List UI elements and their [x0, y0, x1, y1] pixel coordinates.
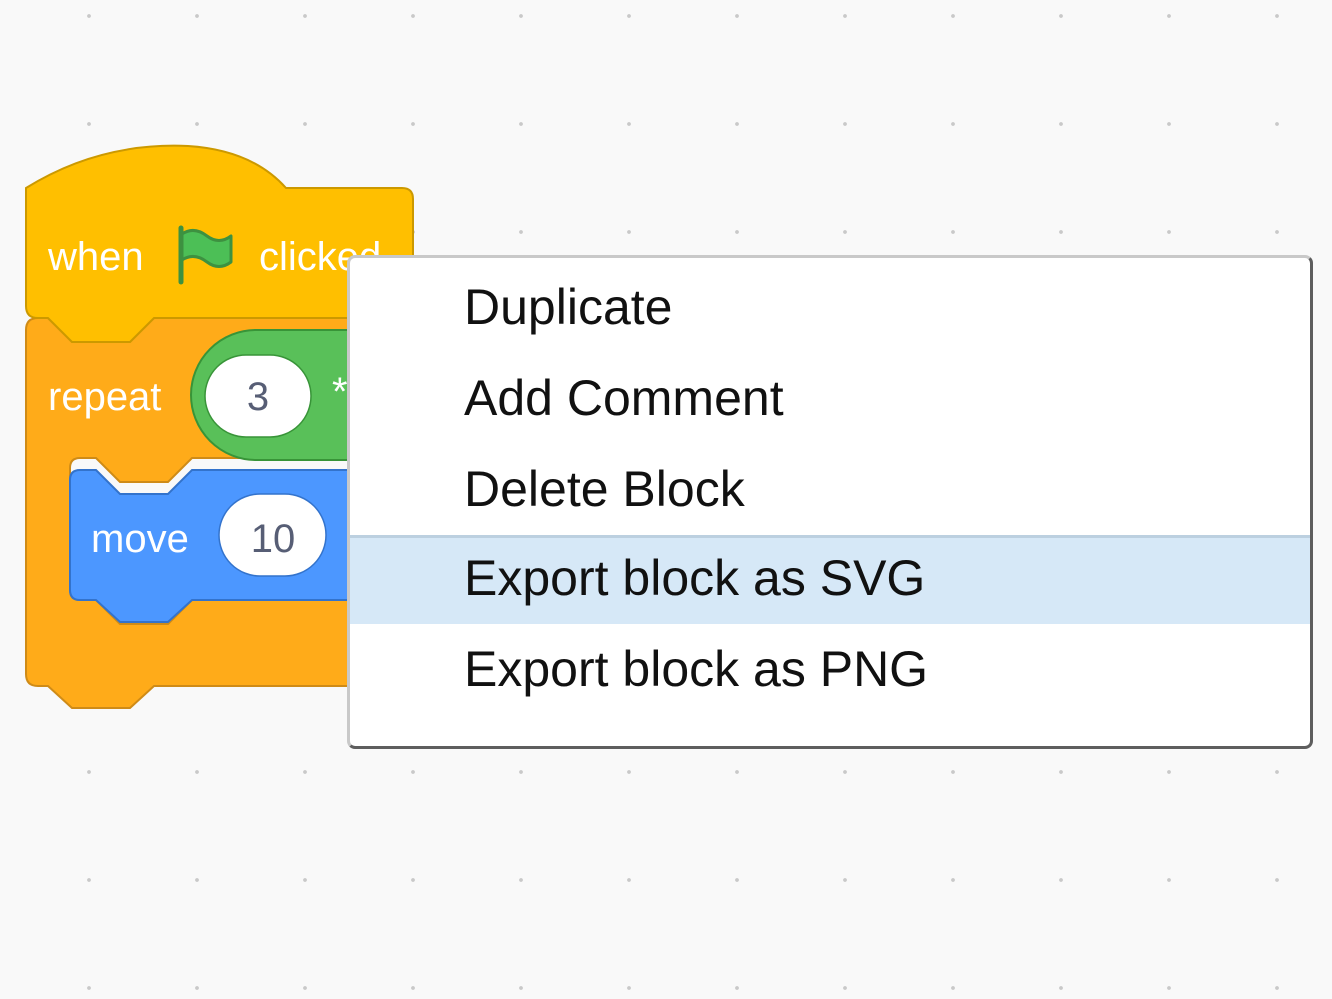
menu-item-export-png[interactable]: Export block as PNG: [350, 624, 1310, 715]
menu-item-export-svg[interactable]: Export block as SVG: [350, 535, 1310, 624]
repeat-label: repeat: [48, 375, 161, 419]
menu-item-delete-block[interactable]: Delete Block: [350, 444, 1310, 535]
move-steps-input[interactable]: 10: [218, 493, 327, 577]
move-steps-value: 10: [251, 517, 296, 561]
menu-item-duplicate[interactable]: Duplicate: [350, 262, 1310, 353]
repeat-count-input[interactable]: 3: [204, 354, 312, 438]
menu-item-add-comment[interactable]: Add Comment: [350, 353, 1310, 444]
repeat-count-value: 3: [247, 375, 269, 419]
move-label: move: [91, 517, 189, 561]
block-context-menu: Duplicate Add Comment Delete Block Expor…: [347, 255, 1313, 749]
hat-prefix-label: when: [47, 235, 144, 279]
code-workspace[interactable]: repeat 3 * move 10 when clicked Duplicat…: [0, 0, 1332, 999]
operator-symbol: *: [332, 370, 348, 414]
